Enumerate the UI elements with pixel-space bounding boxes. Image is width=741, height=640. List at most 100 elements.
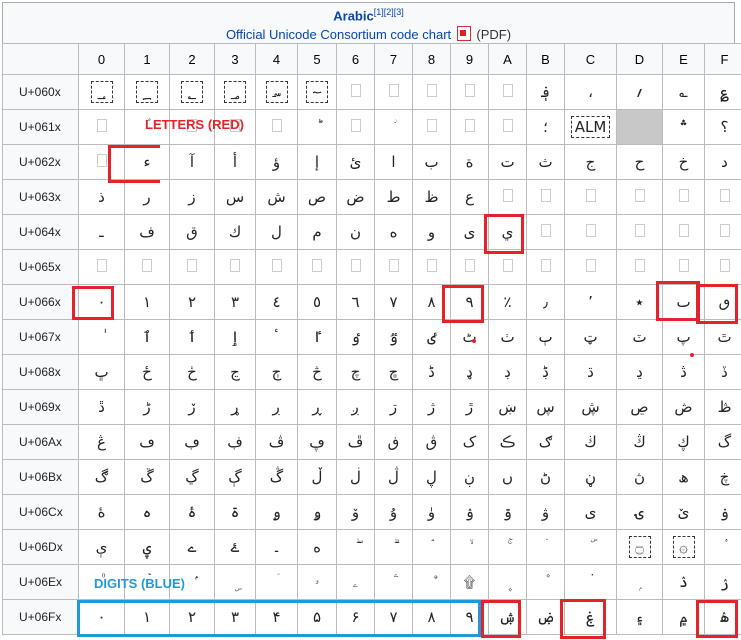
code-point-cell[interactable]: ALM xyxy=(564,109,617,145)
code-point-cell[interactable]: ڞ xyxy=(662,389,705,425)
code-point-cell[interactable]: ڨ xyxy=(412,424,451,460)
code-point-cell[interactable] xyxy=(488,74,527,110)
code-point-cell[interactable] xyxy=(488,179,527,215)
code-point-cell[interactable]: ۀ xyxy=(78,494,125,530)
code-point-cell[interactable] xyxy=(488,109,527,145)
code-point-cell[interactable]: ۇ xyxy=(374,494,413,530)
code-point-cell[interactable]: ۦ xyxy=(336,564,375,600)
code-point-cell[interactable]: ث xyxy=(526,144,565,180)
code-point-cell[interactable]: ڄ xyxy=(255,354,298,390)
code-point-cell[interactable]: ۪ xyxy=(488,564,527,600)
code-point-cell[interactable]: ک xyxy=(450,424,489,460)
code-point-cell[interactable]: ۏ xyxy=(704,494,741,530)
code-point-cell[interactable]: ە xyxy=(297,529,337,565)
code-point-cell[interactable] xyxy=(169,249,215,285)
code-point-cell[interactable]: ۚ xyxy=(488,529,527,565)
code-point-cell[interactable]: ـ xyxy=(78,214,125,250)
code-point-cell[interactable]: ڶ xyxy=(336,459,375,495)
code-point-cell[interactable] xyxy=(336,249,375,285)
code-point-cell[interactable]: ؁ xyxy=(124,74,170,110)
code-point-cell[interactable]: ٺ xyxy=(488,319,527,355)
code-point-cell[interactable] xyxy=(616,214,663,250)
code-point-cell[interactable]: ۭ xyxy=(616,564,663,600)
code-point-cell[interactable]: ه xyxy=(374,214,413,250)
code-point-cell[interactable] xyxy=(526,249,565,285)
code-point-cell[interactable]: ڑ xyxy=(124,389,170,425)
code-point-cell[interactable]: ڀ xyxy=(78,354,125,390)
code-point-cell[interactable]: ٴ xyxy=(255,319,298,355)
code-point-cell[interactable]: ن xyxy=(336,214,375,250)
code-point-cell[interactable] xyxy=(662,214,705,250)
chart-title[interactable]: Arabic[1][2][3] xyxy=(3,7,734,23)
code-point-cell[interactable] xyxy=(704,214,741,250)
code-point-cell[interactable]: ڱ xyxy=(124,459,170,495)
code-point-cell[interactable] xyxy=(374,74,413,110)
code-point-cell[interactable]: ؄ xyxy=(255,74,298,110)
code-point-cell[interactable]: ڹ xyxy=(450,459,489,495)
code-point-cell[interactable]: ح xyxy=(616,144,663,180)
code-point-cell[interactable]: ڡ xyxy=(124,424,170,460)
code-point-cell[interactable]: ٲ xyxy=(169,319,215,355)
code-point-cell[interactable]: ډ xyxy=(450,354,489,390)
code-point-cell[interactable]: ذ xyxy=(78,179,125,215)
code-point-cell[interactable]: ۧ xyxy=(374,564,413,600)
code-point-cell[interactable]: ڜ xyxy=(564,389,617,425)
code-point-cell[interactable] xyxy=(412,74,451,110)
code-point-cell[interactable]: ڳ xyxy=(214,459,256,495)
code-point-cell[interactable]: ك xyxy=(214,214,256,250)
code-point-cell[interactable]: ڠ xyxy=(78,424,125,460)
code-point-cell[interactable]: چ xyxy=(336,354,375,390)
code-point-cell[interactable]: ڙ xyxy=(450,389,489,425)
code-point-cell[interactable]: ۫ xyxy=(526,564,565,600)
code-point-cell[interactable]: ؅ xyxy=(297,74,337,110)
code-point-cell[interactable]: ړ xyxy=(214,389,256,425)
code-point-cell[interactable]: ۞ xyxy=(662,529,705,565)
code-point-cell[interactable]: ٧ xyxy=(374,284,413,320)
code-point-cell[interactable] xyxy=(450,74,489,110)
code-point-cell[interactable]: ے xyxy=(169,529,215,565)
code-point-cell[interactable]: ۄ xyxy=(255,494,298,530)
code-point-cell[interactable]: ز xyxy=(169,179,215,215)
code-point-cell[interactable] xyxy=(214,249,256,285)
code-point-cell[interactable] xyxy=(412,109,451,145)
code-point-cell[interactable] xyxy=(662,179,705,215)
title-references[interactable]: [1][2][3] xyxy=(374,7,404,17)
code-point-cell[interactable]: ڪ xyxy=(488,424,527,460)
code-point-cell[interactable]: ؀ xyxy=(78,74,125,110)
code-point-cell[interactable]: ۥ xyxy=(297,564,337,600)
code-point-cell[interactable]: څ xyxy=(297,354,337,390)
code-point-cell[interactable]: أ xyxy=(214,144,256,180)
code-point-cell[interactable]: ڮ xyxy=(662,424,705,460)
code-point-cell[interactable]: ڰ xyxy=(78,459,125,495)
code-point-cell[interactable]: ؍ xyxy=(616,74,663,110)
code-point-cell[interactable]: ۔ xyxy=(255,529,298,565)
code-point-cell[interactable]: ٽ xyxy=(616,319,663,355)
code-point-cell[interactable]: ې xyxy=(78,529,125,565)
code-point-cell[interactable]: ؕ xyxy=(297,109,337,145)
code-point-cell[interactable]: ڟ xyxy=(704,389,741,425)
code-point-cell[interactable] xyxy=(374,249,413,285)
code-point-cell[interactable]: ظ xyxy=(412,179,451,215)
code-point-cell[interactable]: ة xyxy=(450,144,489,180)
code-point-cell[interactable] xyxy=(412,249,451,285)
code-point-cell[interactable]: ۍ xyxy=(616,494,663,530)
code-point-cell[interactable]: ڸ xyxy=(412,459,451,495)
code-point-cell[interactable]: ڂ xyxy=(169,354,215,390)
code-point-cell[interactable]: ٶ xyxy=(336,319,375,355)
code-point-cell[interactable]: گ xyxy=(704,424,741,460)
code-point-cell[interactable]: ټ xyxy=(564,319,617,355)
code-point-cell[interactable]: ی xyxy=(564,494,617,530)
code-point-cell[interactable]: ۽ xyxy=(616,599,663,635)
code-point-cell[interactable]: ٸ xyxy=(412,319,451,355)
code-point-cell[interactable]: ر xyxy=(124,179,170,215)
code-point-cell[interactable]: ٫ xyxy=(526,284,565,320)
code-point-cell[interactable]: ص xyxy=(297,179,337,215)
code-point-cell[interactable]: ۊ xyxy=(488,494,527,530)
code-point-cell[interactable]: ڭ xyxy=(616,424,663,460)
code-point-cell[interactable]: ڕ xyxy=(297,389,337,425)
code-point-cell[interactable]: ت xyxy=(488,144,527,180)
code-point-cell[interactable] xyxy=(662,249,705,285)
code-point-cell[interactable] xyxy=(616,179,663,215)
code-point-cell[interactable]: ف xyxy=(124,214,170,250)
code-chart-link[interactable]: Official Unicode Consortium code chart xyxy=(226,27,451,42)
